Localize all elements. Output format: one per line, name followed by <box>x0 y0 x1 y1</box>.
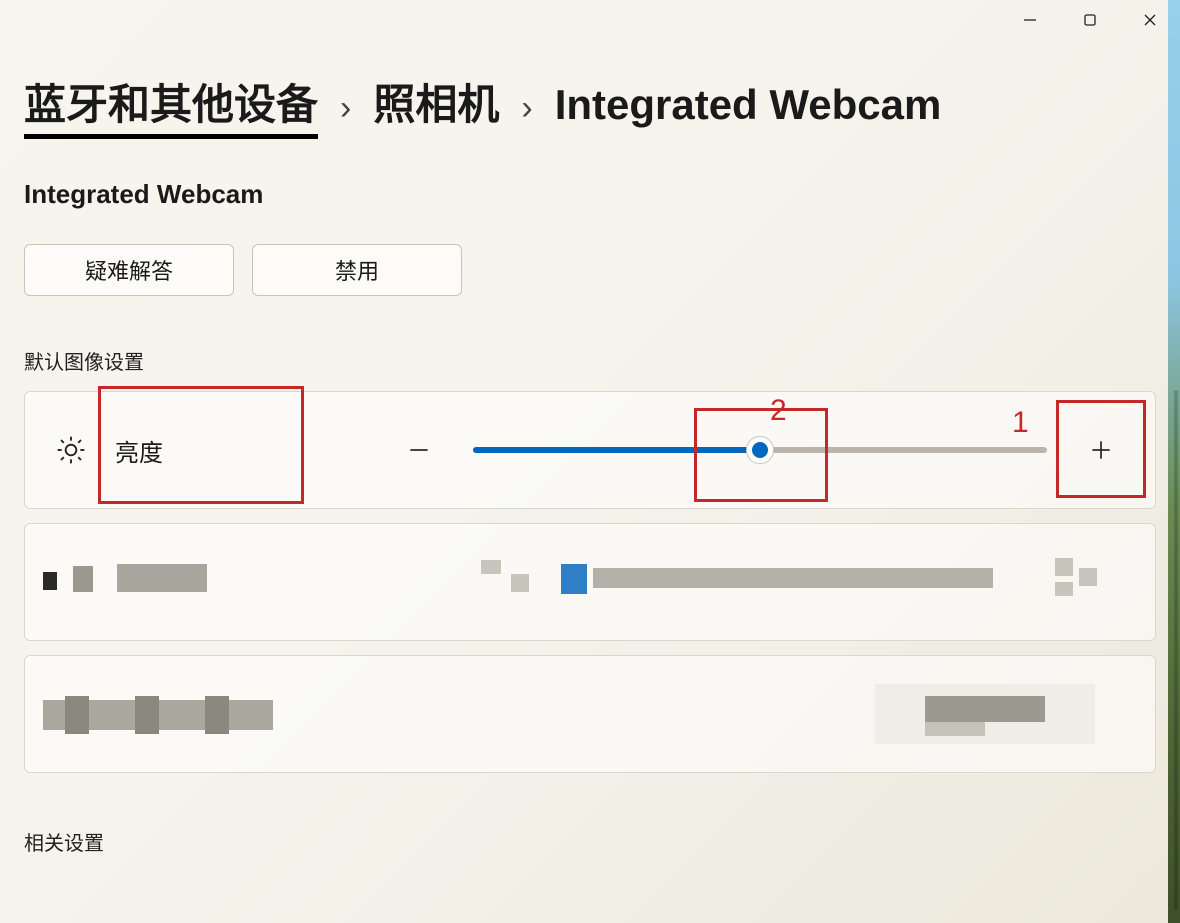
window-controls <box>1000 0 1180 40</box>
brightness-slider[interactable] <box>473 440 1047 460</box>
breadcrumb-current: Integrated Webcam <box>555 80 942 130</box>
brightness-icon <box>55 434 87 466</box>
section-default-image-settings: 默认图像设置 <box>24 346 1156 375</box>
section-related-settings: 相关设置 <box>24 827 1156 856</box>
action-row: 疑难解答 禁用 <box>24 244 1156 296</box>
minus-icon <box>406 437 432 463</box>
brightness-setting-row: 亮度 <box>24 391 1156 509</box>
breadcrumb-camera[interactable]: 照相机 <box>373 80 499 130</box>
minimize-button[interactable] <box>1000 0 1060 40</box>
scrollbar[interactable] <box>1174 390 1178 910</box>
close-button[interactable] <box>1120 0 1180 40</box>
slider-fill <box>473 447 760 453</box>
brightness-label: 亮度 <box>115 433 235 468</box>
setting-row-obscured-1 <box>24 523 1156 641</box>
setting-row-obscured-2 <box>24 655 1156 773</box>
close-icon <box>1143 13 1157 27</box>
disable-button[interactable]: 禁用 <box>252 244 462 296</box>
breadcrumb: 蓝牙和其他设备 › 照相机 › Integrated Webcam <box>24 80 1156 139</box>
breadcrumb-bluetooth[interactable]: 蓝牙和其他设备 <box>24 80 318 139</box>
increase-brightness-button[interactable] <box>1077 426 1125 474</box>
troubleshoot-button[interactable]: 疑难解答 <box>24 244 234 296</box>
maximize-icon <box>1083 13 1097 27</box>
minimize-icon <box>1023 13 1037 27</box>
chevron-right-icon: › <box>336 89 355 128</box>
slider-thumb[interactable] <box>746 436 774 464</box>
page-title: Integrated Webcam <box>24 179 1156 210</box>
chevron-right-icon: › <box>517 89 536 128</box>
maximize-button[interactable] <box>1060 0 1120 40</box>
plus-icon <box>1088 437 1114 463</box>
decrease-brightness-button[interactable] <box>395 426 443 474</box>
